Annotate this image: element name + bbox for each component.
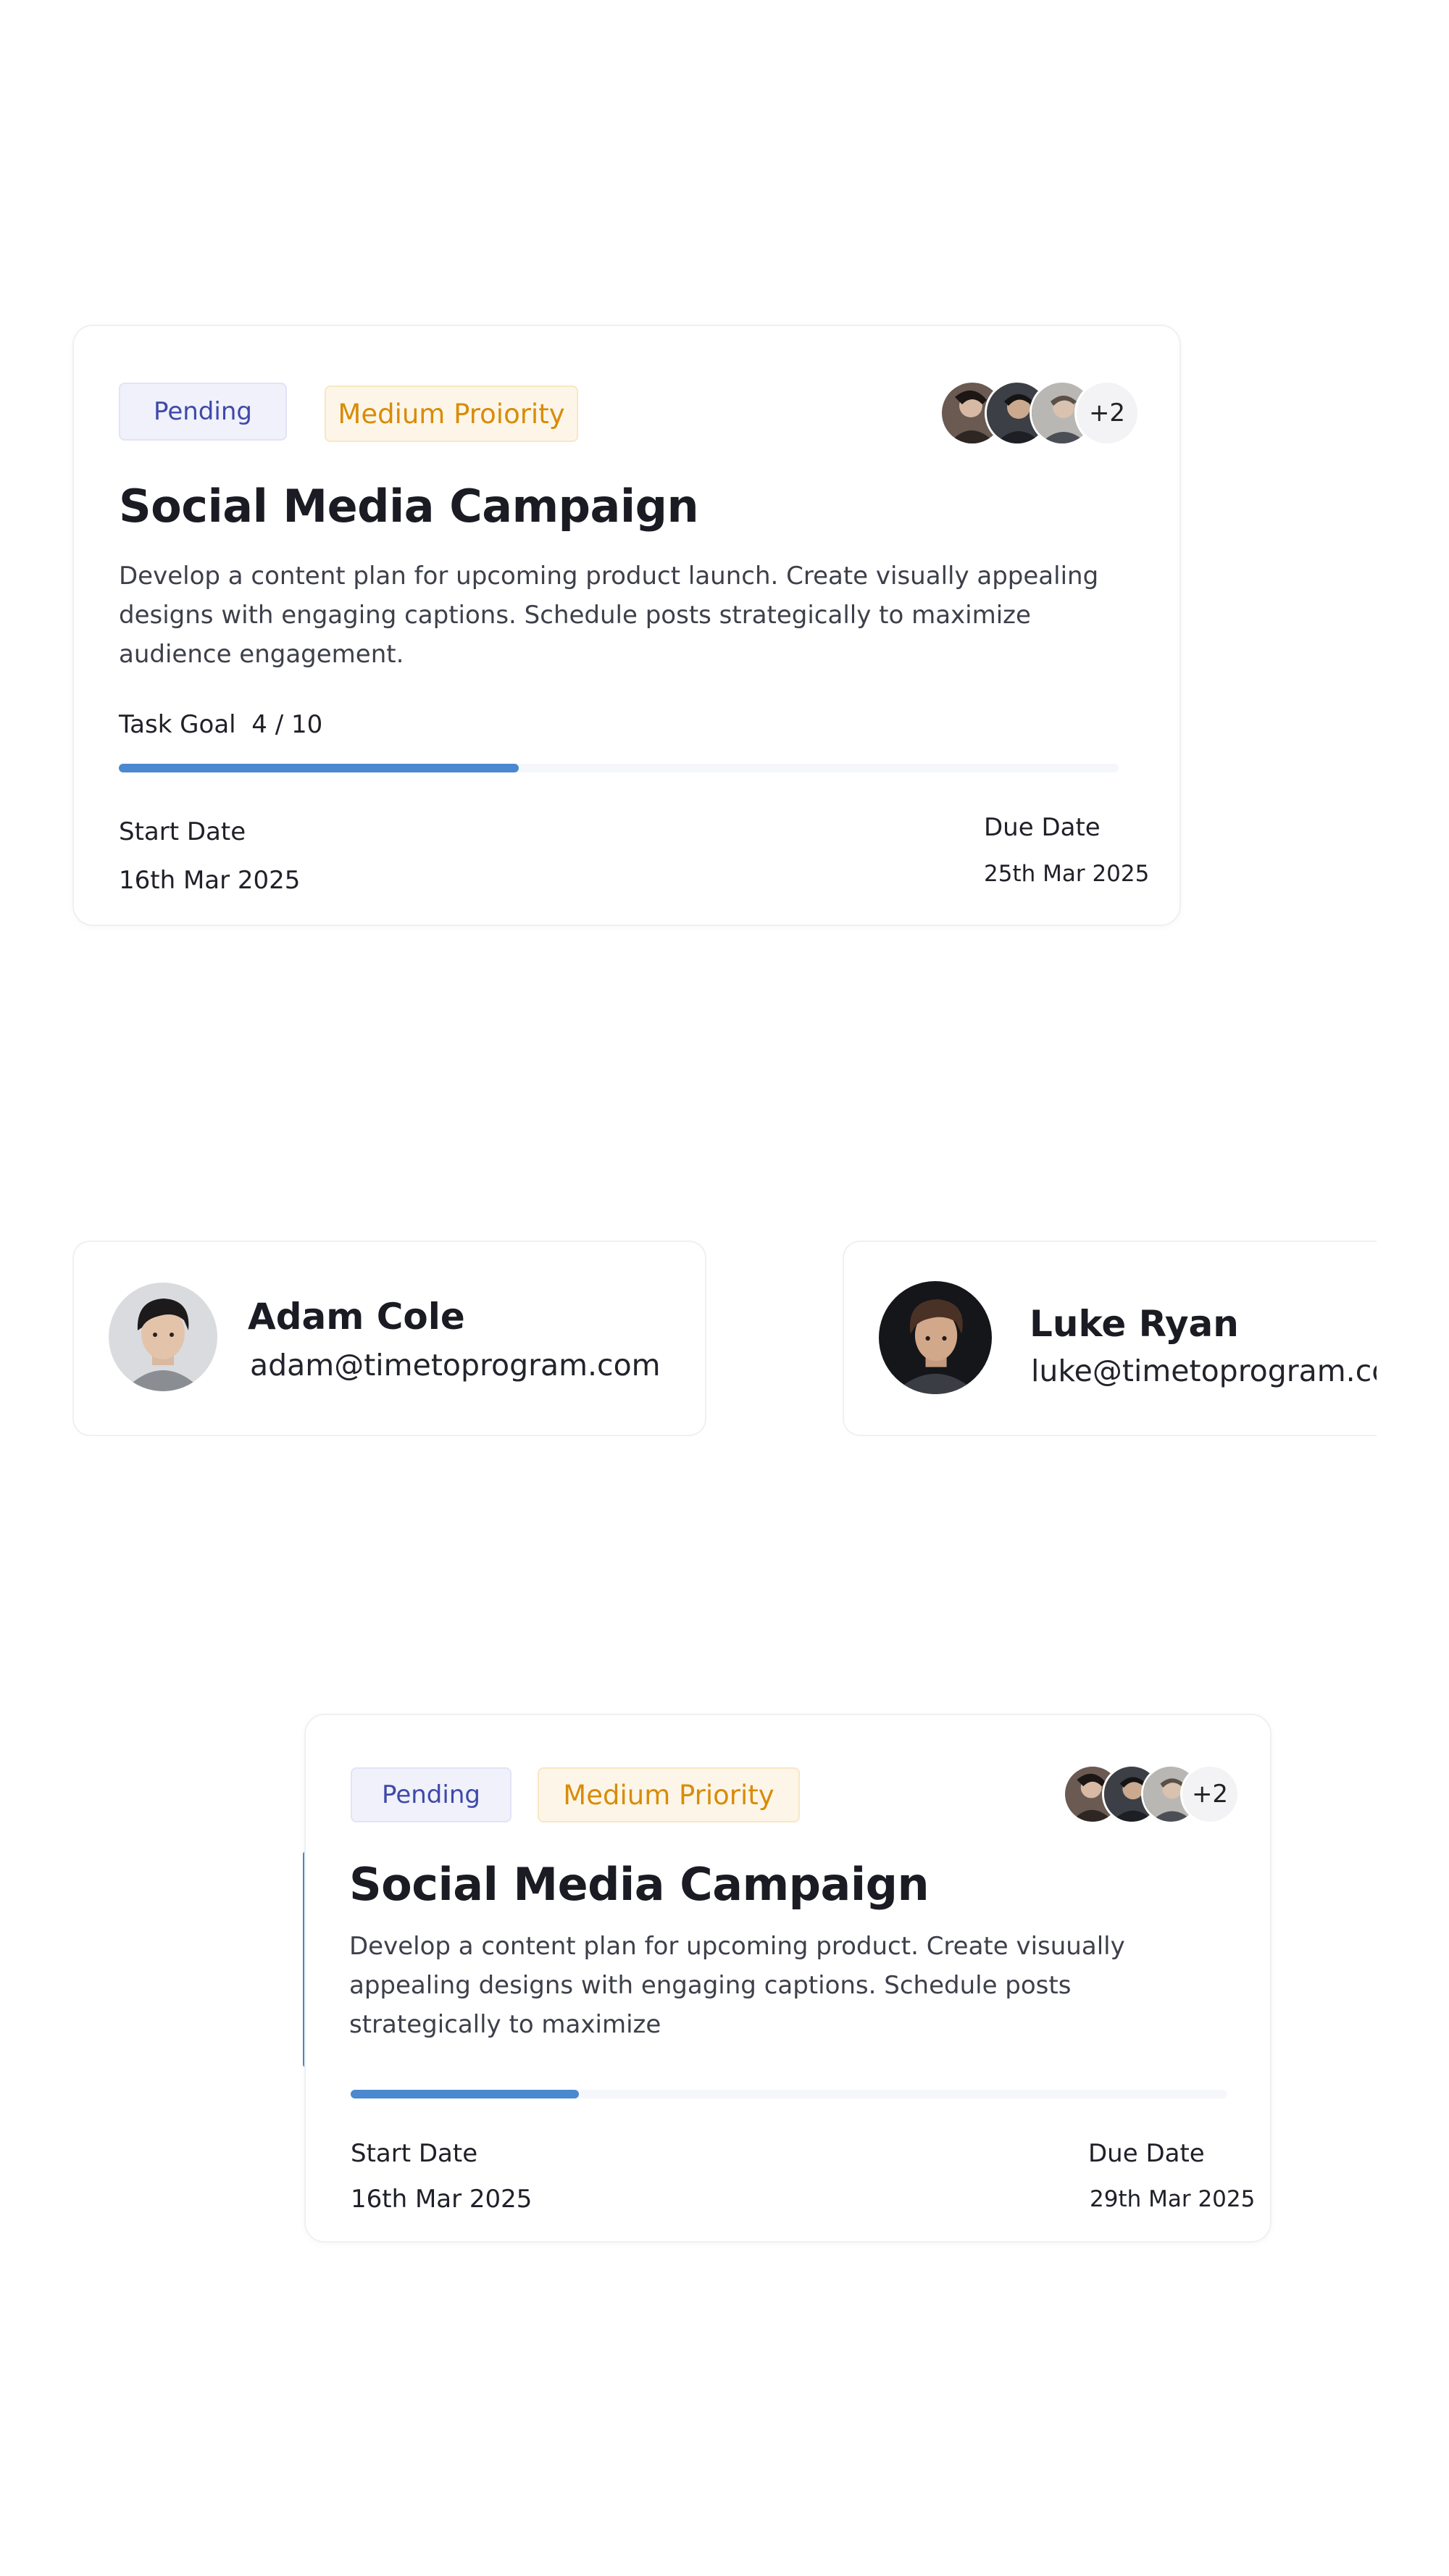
priority-badge: Medium Proiority	[325, 385, 578, 442]
due-date-label: Due Date	[984, 813, 1101, 842]
user-name: Adam Cole	[248, 1296, 465, 1338]
task-card[interactable]: Pending Medium Priority +2 Social Media …	[304, 1714, 1271, 2243]
user-name: Luke Ryan	[1030, 1303, 1239, 1345]
progress-bar	[119, 764, 1119, 772]
avatar	[879, 1281, 992, 1394]
more-assignees-count[interactable]: +2	[1074, 380, 1140, 446]
start-date-label: Start Date	[351, 2139, 478, 2168]
task-title: Social Media Campaign	[119, 480, 699, 533]
user-card[interactable]: Adam Cole adam@timetoprogram.com	[72, 1241, 706, 1436]
avatar	[109, 1283, 217, 1391]
status-badge: Pending	[351, 1767, 511, 1822]
user-email[interactable]: adam@timetoprogram.com	[250, 1348, 661, 1383]
status-badge: Pending	[119, 383, 287, 441]
assignee-avatar-group[interactable]: +2	[940, 380, 1157, 446]
start-date-value: 16th Mar 2025	[119, 866, 301, 895]
start-date-label: Start Date	[119, 817, 246, 846]
priority-badge: Medium Priority	[538, 1767, 800, 1822]
assignee-avatar-group[interactable]: +2	[1063, 1764, 1251, 1828]
progress-bar-fill	[351, 2090, 579, 2098]
task-goal-label: Task Goal	[119, 710, 236, 739]
task-card[interactable]: Pending Medium Proiority +2 Social Media…	[72, 325, 1181, 926]
user-card[interactable]: Luke Ryan luke@timetoprogram.com	[843, 1241, 1377, 1436]
user-email[interactable]: luke@timetoprogram.com	[1031, 1354, 1377, 1388]
task-description: Develop a content plan for upcoming prod…	[119, 562, 1099, 669]
progress-bar	[351, 2090, 1227, 2098]
due-date-label: Due Date	[1088, 2139, 1205, 2168]
task-description: Develop a content plan for upcoming prod…	[349, 1932, 1125, 2039]
task-title: Social Media Campaign	[349, 1858, 930, 1911]
task-goal-value: 4 / 10	[251, 710, 323, 739]
progress-bar-fill	[119, 764, 519, 772]
task-goal: Task Goal 4 / 10	[119, 710, 322, 739]
more-assignees-count[interactable]: +2	[1180, 1764, 1240, 1824]
due-date-value: 29th Mar 2025	[1090, 2186, 1256, 2212]
due-date-value: 25th Mar 2025	[984, 861, 1150, 887]
start-date-value: 16th Mar 2025	[351, 2185, 533, 2214]
